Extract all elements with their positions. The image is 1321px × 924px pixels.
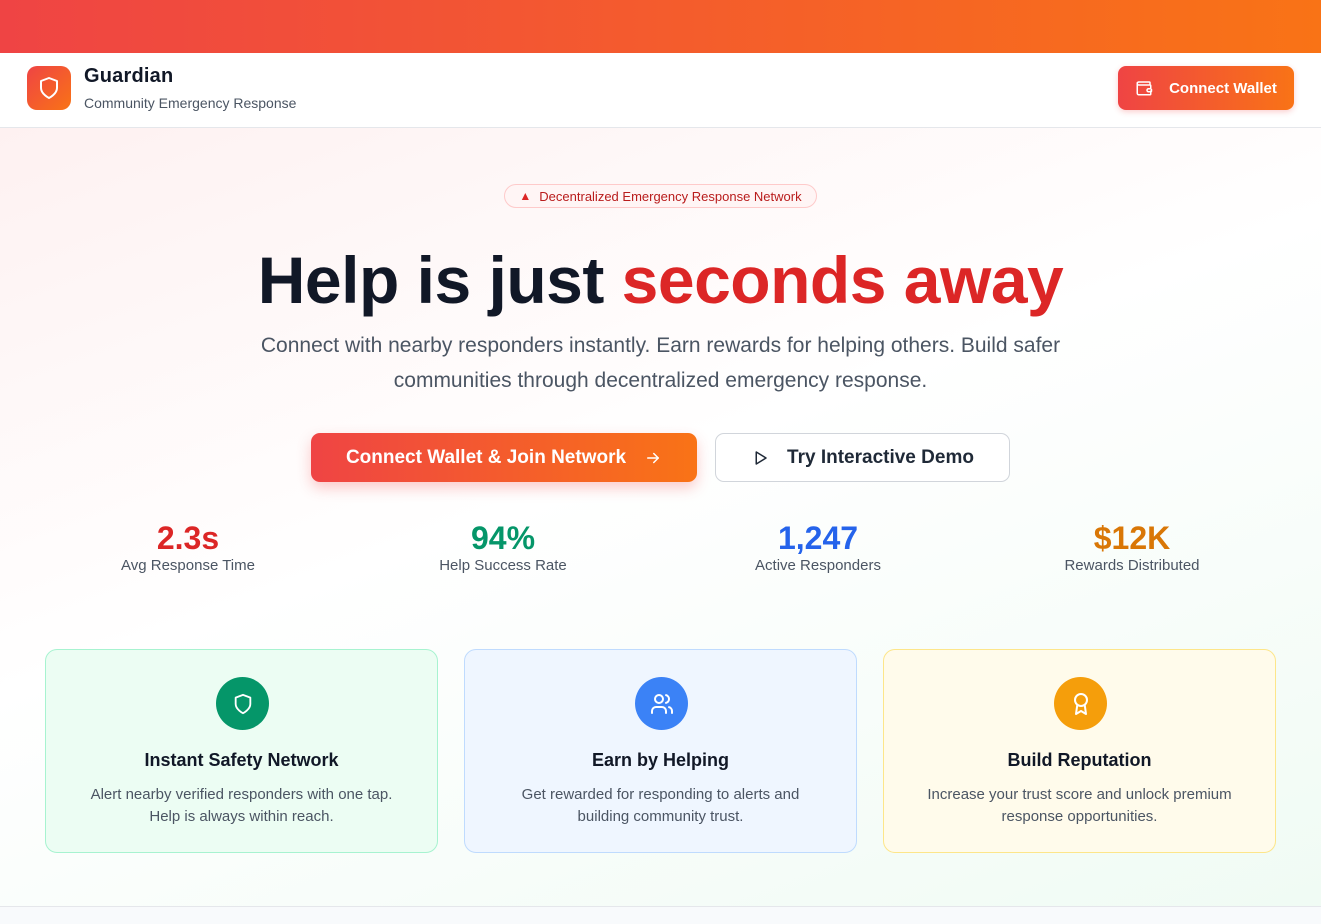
hero-subtitle: Connect with nearby responders instantly… <box>230 328 1091 398</box>
shield-icon <box>234 693 251 714</box>
siren-icon: ▲ <box>519 189 532 203</box>
connect-wallet-join-button[interactable]: Connect Wallet & Join Network <box>311 433 697 482</box>
card-icon-badge <box>216 677 269 730</box>
card-description: Get rewarded for responding to alerts an… <box>495 784 826 828</box>
connect-wallet-label: Connect Wallet <box>1169 79 1277 97</box>
card-description: Increase your trust score and unlock pre… <box>914 784 1245 828</box>
stat-value: 94% <box>470 520 536 556</box>
hero-headline: Help is just seconds away <box>0 240 1321 320</box>
top-gradient-strip <box>0 0 1321 53</box>
badge-text: Decentralized Emergency Response Network <box>539 188 802 204</box>
stat-success-rate: 94% Help Success Rate <box>373 518 633 576</box>
card-title: Build Reputation <box>1007 750 1152 770</box>
stat-value: $12K <box>1093 520 1171 556</box>
network-badge: ▲ Decentralized Emergency Response Netwo… <box>504 184 817 208</box>
brand-tagline: Community Emergency Response <box>84 95 297 111</box>
stat-label: Active Responders <box>755 557 881 574</box>
arrow-right-icon <box>647 452 660 463</box>
stat-label: Avg Response Time <box>121 557 255 574</box>
wallet-icon <box>1136 81 1153 96</box>
stat-rewards-distributed: $12K Rewards Distributed <box>1002 518 1262 576</box>
connect-wallet-button[interactable]: Connect Wallet <box>1118 66 1294 110</box>
stat-value: 2.3s <box>156 520 220 556</box>
primary-cta-label: Connect Wallet & Join Network <box>345 446 627 468</box>
card-desc-line-1: Alert nearby verified responders with on… <box>90 786 393 803</box>
users-icon <box>650 693 673 714</box>
play-icon <box>755 450 767 465</box>
card-description: Alert nearby verified responders with on… <box>76 784 407 828</box>
card-icon-badge <box>635 677 688 730</box>
headline-accent: seconds away <box>621 243 1064 317</box>
footer-edge <box>0 906 1321 924</box>
card-desc-line-2: building community trust. <box>577 808 744 825</box>
card-icon-badge <box>1054 677 1107 730</box>
subtitle-line-2: communities through decentralized emerge… <box>393 369 928 392</box>
feature-card-earn-by-helping: Earn by Helping Get rewarded for respond… <box>464 649 857 853</box>
feature-card-safety-network: Instant Safety Network Alert nearby veri… <box>45 649 438 853</box>
card-desc-line-1: Get rewarded for responding to alerts an… <box>521 786 800 803</box>
card-title: Instant Safety Network <box>144 750 339 770</box>
headline-text: Help is just <box>257 243 622 317</box>
brand-name: Guardian <box>84 65 174 87</box>
subtitle-line-1: Connect with nearby responders instantly… <box>260 334 1061 357</box>
stat-value: 1,247 <box>777 520 859 556</box>
stat-active-responders: 1,247 Active Responders <box>688 518 948 576</box>
stat-label: Help Success Rate <box>439 557 567 574</box>
secondary-cta-label: Try Interactive Demo <box>787 446 974 468</box>
navbar: Guardian Community Emergency Response Co… <box>0 53 1321 128</box>
logo[interactable] <box>27 66 71 110</box>
try-demo-button[interactable]: Try Interactive Demo <box>715 433 1010 482</box>
shield-icon <box>40 77 58 99</box>
stat-response-time: 2.3s Avg Response Time <box>58 518 318 576</box>
card-title: Earn by Helping <box>591 750 730 770</box>
award-icon <box>1073 692 1088 715</box>
card-desc-line-2: response opportunities. <box>1001 808 1158 825</box>
card-desc-line-1: Increase your trust score and unlock pre… <box>927 786 1232 803</box>
card-desc-line-2: Help is always within reach. <box>149 808 334 825</box>
stat-label: Rewards Distributed <box>1064 557 1200 574</box>
feature-card-build-reputation: Build Reputation Increase your trust sco… <box>883 649 1276 853</box>
